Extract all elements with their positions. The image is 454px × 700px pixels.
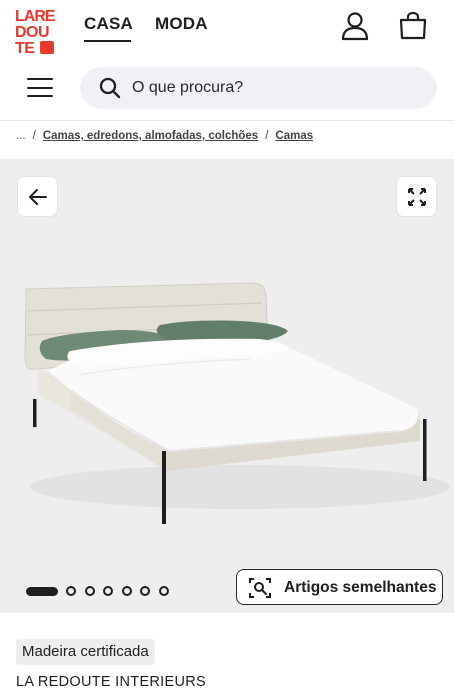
carousel-dot[interactable]	[140, 586, 151, 596]
back-button[interactable]	[17, 176, 58, 217]
visual-search-icon	[248, 576, 272, 600]
header-divider	[0, 120, 454, 121]
similar-items-label: Artigos semelhantes	[284, 579, 437, 596]
product-gallery[interactable]: Artigos semelhantes	[0, 159, 454, 613]
expand-icon	[408, 188, 426, 206]
carousel-dot[interactable]	[121, 586, 132, 596]
top-bar: LARE DOU TE CASA MODA	[0, 0, 454, 56]
svg-text:DOU: DOU	[15, 24, 49, 41]
search-bar[interactable]	[80, 67, 437, 109]
shopping-bag-icon[interactable]	[398, 11, 428, 41]
user-icon[interactable]	[340, 11, 370, 41]
tab-casa-underline	[84, 40, 131, 42]
search-input[interactable]	[132, 67, 422, 109]
breadcrumb: ... / Camas, edredons, almofadas, colchõ…	[16, 130, 313, 142]
breadcrumb-link-camas-edredons[interactable]: Camas, edredons, almofadas, colchões	[43, 130, 258, 142]
product-brand[interactable]: LA REDOUTE INTERIEURS	[16, 674, 206, 690]
certified-wood-badge: Madeira certificada	[16, 639, 155, 665]
search-icon[interactable]	[98, 76, 122, 100]
tab-casa[interactable]: CASA	[84, 14, 133, 34]
expand-button[interactable]	[396, 176, 437, 217]
hamburger-menu-icon[interactable]	[27, 78, 53, 98]
arrow-left-icon	[29, 189, 47, 205]
svg-text:TE: TE	[15, 40, 35, 56]
la-redoute-logo[interactable]: LARE DOU TE	[14, 6, 64, 56]
svg-text:LARE: LARE	[15, 8, 56, 25]
carousel-dots	[26, 586, 178, 596]
carousel-dot[interactable]	[158, 586, 169, 596]
product-image[interactable]	[0, 259, 454, 544]
breadcrumb-link-camas[interactable]: Camas	[275, 130, 313, 142]
similar-items-button[interactable]: Artigos semelhantes	[236, 569, 443, 605]
breadcrumb-ellipsis[interactable]: ...	[16, 130, 26, 142]
breadcrumb-separator: /	[32, 130, 36, 142]
breadcrumb-separator: /	[265, 130, 269, 142]
carousel-dot[interactable]	[103, 586, 114, 596]
carousel-dot[interactable]	[26, 586, 58, 596]
search-row	[0, 56, 454, 120]
tab-moda[interactable]: MODA	[155, 14, 208, 34]
carousel-dot[interactable]	[66, 586, 76, 596]
carousel-dot[interactable]	[84, 586, 95, 596]
